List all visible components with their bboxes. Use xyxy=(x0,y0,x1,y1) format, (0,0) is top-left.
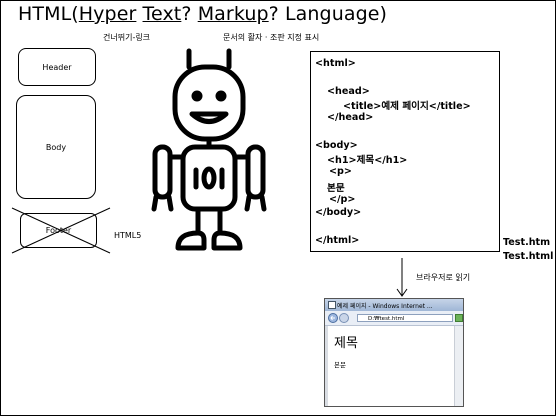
browser-content: 제목 본문 xyxy=(325,326,463,406)
down-arrow-icon xyxy=(396,258,408,297)
code-line-head-close: </head> xyxy=(327,112,374,123)
browser-page-icon xyxy=(328,301,336,309)
code-line-body-open: <body> xyxy=(315,140,358,151)
browser-title: 예제 페이지 - Windows Internet ... xyxy=(337,303,433,310)
code-line-text: 본문 xyxy=(327,183,345,194)
address-bar[interactable]: D:₩test.html xyxy=(357,314,453,322)
browser-heading: 제목 xyxy=(334,336,358,351)
robot-icon xyxy=(151,48,267,251)
file-name-html: Test.html xyxy=(503,251,554,262)
browser-paragraph: 본문 xyxy=(334,361,346,369)
code-line-h1: <h1>제목</h1> xyxy=(327,155,408,166)
code-line-p-open: <p> xyxy=(329,166,352,177)
browser-window: 예제 페이지 - Windows Internet ... D:₩test.ht… xyxy=(324,298,464,407)
code-line-head-open: <head> xyxy=(327,86,370,97)
code-line-html-close: </html> xyxy=(315,235,360,246)
browser-toolbar: D:₩test.html xyxy=(325,311,463,326)
code-line-body-close: </body> xyxy=(315,207,362,218)
code-line-p-close: </p> xyxy=(329,194,356,205)
go-icon[interactable] xyxy=(455,314,463,322)
code-line-html-open: <html> xyxy=(315,58,356,69)
browser-scrollbar[interactable] xyxy=(454,326,463,406)
file-name-htm: Test.htm xyxy=(503,237,551,248)
back-forward-icon[interactable] xyxy=(328,313,354,323)
browser-titlebar: 예제 페이지 - Windows Internet ... xyxy=(325,299,463,311)
code-line-title: <title>예제 페이지</title> xyxy=(343,101,471,112)
